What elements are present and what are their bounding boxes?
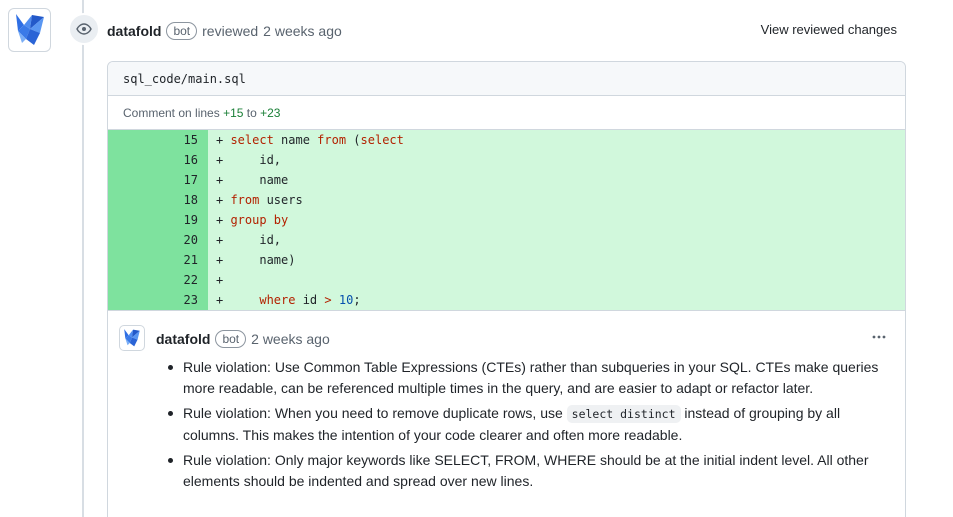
diff-added-sign: + bbox=[216, 293, 231, 307]
diff-line-code: + id, bbox=[208, 230, 905, 250]
diff-added-sign: + bbox=[216, 213, 231, 227]
diff-added-sign: + bbox=[216, 193, 231, 207]
diff-line: 16 + id, bbox=[108, 150, 905, 170]
timeline-line bbox=[82, 0, 84, 517]
comment-list-item: Rule violation: Only major keywords like… bbox=[168, 450, 893, 492]
sql-keyword: select bbox=[360, 133, 404, 147]
diff-line-number[interactable]: 23 bbox=[108, 290, 208, 310]
review-header: datafold bot reviewed 2 weeks ago bbox=[107, 21, 342, 41]
diff-added-sign: + bbox=[216, 273, 231, 287]
diff-added-sign: + bbox=[216, 253, 231, 267]
diff-line: 15 + select name from (select bbox=[108, 130, 905, 150]
sql-keyword: from bbox=[230, 193, 260, 207]
diff-line-code: + name bbox=[208, 170, 905, 190]
view-reviewed-changes-link[interactable]: View reviewed changes bbox=[761, 21, 897, 39]
comment-author-link[interactable]: datafold bbox=[156, 331, 210, 347]
comment-header: datafold bot 2 weeks ago bbox=[156, 329, 330, 349]
comment-time-link[interactable]: 2 weeks ago bbox=[251, 331, 330, 347]
review-comment: datafold bot 2 weeks ago Rule violation:… bbox=[108, 310, 905, 489]
diff-line: 20 + id, bbox=[108, 230, 905, 250]
diff-line-number[interactable]: 16 bbox=[108, 150, 208, 170]
diff-line-number[interactable]: 19 bbox=[108, 210, 208, 230]
file-path-link[interactable]: sql_code/main.sql bbox=[123, 72, 246, 86]
kebab-horizontal-icon[interactable] bbox=[871, 329, 887, 351]
diff-line-code: + name) bbox=[208, 250, 905, 270]
review-file-box: sql_code/main.sql Comment on lines +15 t… bbox=[107, 61, 906, 517]
diff-line: 19 + group by bbox=[108, 210, 905, 230]
bot-badge: bot bbox=[215, 330, 247, 348]
sql-keyword: group by bbox=[230, 213, 289, 227]
file-path-header: sql_code/main.sql bbox=[108, 62, 905, 96]
to-word: to bbox=[246, 105, 257, 120]
diff-line-number[interactable]: 18 bbox=[108, 190, 208, 210]
comment-list: Rule violation: Use Common Table Express… bbox=[168, 357, 893, 492]
comment-avatar[interactable] bbox=[119, 325, 145, 351]
diff-line-number[interactable]: 17 bbox=[108, 170, 208, 190]
inline-code: select distinct bbox=[566, 405, 681, 423]
diff-line-code: + from users bbox=[208, 190, 905, 210]
diff-line-code: + group by bbox=[208, 210, 905, 230]
start-line: +15 bbox=[223, 105, 244, 120]
sql-keyword: select bbox=[230, 133, 274, 147]
sql-keyword: where bbox=[259, 293, 296, 307]
diff-line-number[interactable]: 21 bbox=[108, 250, 208, 270]
diff-line-code: + select name from (select bbox=[208, 130, 905, 150]
diff-line: 21 + name) bbox=[108, 250, 905, 270]
diff-added-sign: + bbox=[216, 233, 231, 247]
diff-added-sign: + bbox=[216, 153, 231, 167]
diff-line-code: + id, bbox=[208, 150, 905, 170]
bot-badge: bot bbox=[166, 22, 198, 40]
diff-line-code: + bbox=[208, 270, 905, 290]
diff-line-number[interactable]: 22 bbox=[108, 270, 208, 290]
review-action: reviewed bbox=[202, 23, 259, 39]
eye-icon bbox=[68, 13, 100, 45]
diff-added-sign: + bbox=[216, 173, 231, 187]
end-line: +23 bbox=[260, 105, 281, 120]
comment-list-item: Rule violation: When you need to remove … bbox=[168, 403, 893, 446]
diff-line-number[interactable]: 15 bbox=[108, 130, 208, 150]
diff-line-number[interactable]: 20 bbox=[108, 230, 208, 250]
diff-line: 22 + bbox=[108, 270, 905, 290]
comment-on-lines: Comment on lines +15 to +23 bbox=[108, 96, 905, 130]
sql-number: 10 bbox=[338, 293, 354, 307]
comment-list-item: Rule violation: Use Common Table Express… bbox=[168, 357, 893, 399]
diff-line-code: + where id > 10; bbox=[208, 290, 905, 310]
datafold-logo-icon bbox=[124, 329, 140, 347]
comment-body: Rule violation: Use Common Table Express… bbox=[168, 357, 893, 496]
diff-line: 23 + where id > 10; bbox=[108, 290, 905, 310]
datafold-logo-icon bbox=[15, 14, 44, 45]
diff-table: 15 + select name from (select 16 + id, 17 + n… bbox=[108, 130, 905, 310]
sql-keyword: from bbox=[317, 133, 347, 147]
diff-line: 18 + from users bbox=[108, 190, 905, 210]
datafold-avatar[interactable] bbox=[8, 8, 51, 52]
sql-keyword: > bbox=[324, 293, 332, 307]
comment-on-label: Comment on lines bbox=[123, 105, 220, 120]
diff-added-sign: + bbox=[216, 133, 231, 147]
review-time-link[interactable]: 2 weeks ago bbox=[263, 23, 342, 39]
diff-line: 17 + name bbox=[108, 170, 905, 190]
review-author-link[interactable]: datafold bbox=[107, 23, 161, 39]
